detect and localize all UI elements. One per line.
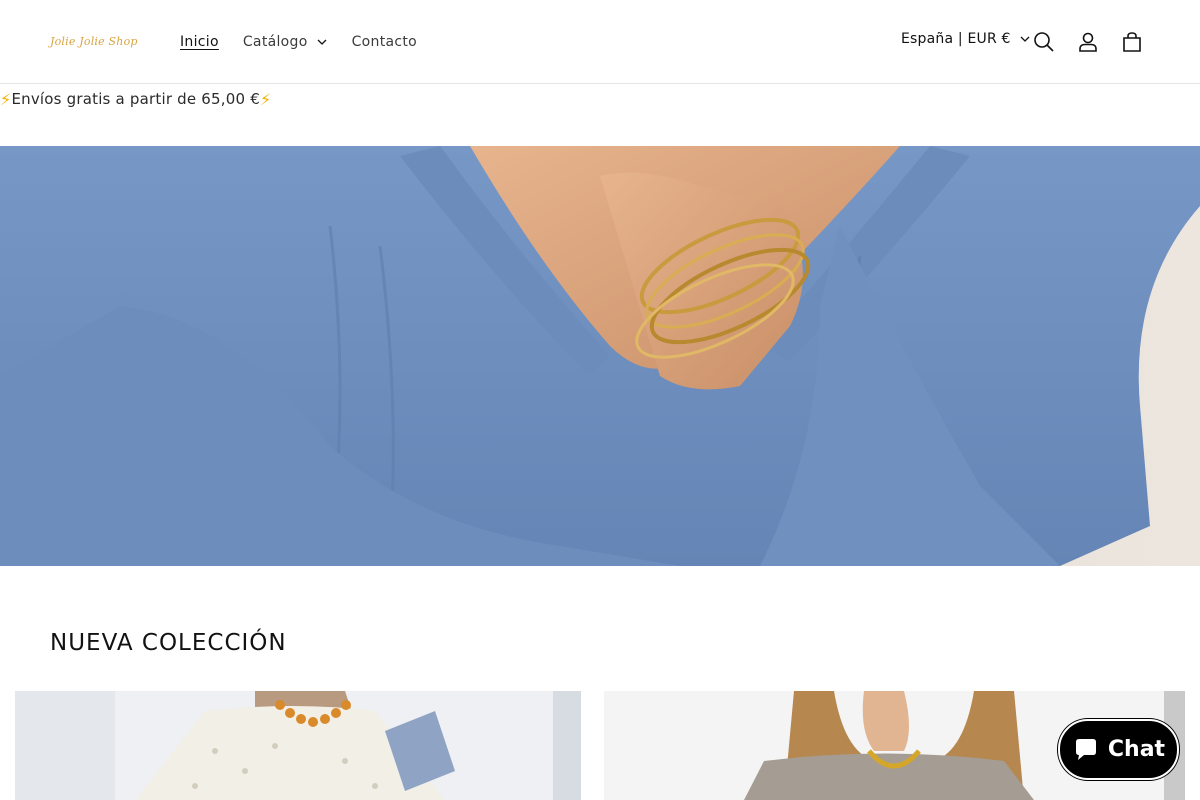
chevron-down-icon xyxy=(317,39,327,45)
hero-banner-image[interactable] xyxy=(0,146,1200,566)
country-currency-selector[interactable]: España | EUR € xyxy=(901,31,1031,47)
nav-item-label: Contacto xyxy=(351,34,418,50)
nav-item-contacto[interactable]: Contacto xyxy=(340,34,429,50)
announcement-text: Envíos gratis a partir de 65,00 € xyxy=(11,90,260,108)
country-currency-label: España | EUR € xyxy=(901,31,1011,47)
section-title: NUEVA COLECCIÓN xyxy=(50,630,287,656)
chat-label: Chat xyxy=(1107,737,1166,762)
search-icon xyxy=(1034,32,1054,52)
store-logo[interactable]: Jolie Jolie Shop xyxy=(50,30,142,54)
hero-photo xyxy=(0,146,1200,566)
logo-text: Jolie Jolie Shop xyxy=(50,35,138,48)
chat-button[interactable]: Chat xyxy=(1058,719,1179,780)
chat-bubble-icon xyxy=(1075,738,1096,760)
site-header: Jolie Jolie Shop Inicio Catálogo Contact… xyxy=(0,0,1200,84)
account-button[interactable] xyxy=(1068,22,1108,62)
lightning-icon: ⚡ xyxy=(259,89,272,109)
lightning-icon: ⚡ xyxy=(0,89,12,109)
nav-item-inicio[interactable]: Inicio xyxy=(168,34,231,50)
cart-icon xyxy=(1123,32,1141,52)
product-photo xyxy=(15,691,581,800)
product-card-image[interactable] xyxy=(15,691,581,800)
nav-item-catalogo[interactable]: Catálogo xyxy=(231,34,340,50)
nav-item-label: Inicio xyxy=(180,34,219,50)
main-nav: Inicio Catálogo Contacto xyxy=(168,0,429,84)
cart-button[interactable] xyxy=(1112,22,1152,62)
search-button[interactable] xyxy=(1024,22,1064,62)
account-icon xyxy=(1079,32,1097,52)
announcement-bar: ⚡ Envíos gratis a partir de 65,00 € ⚡ xyxy=(0,86,271,112)
nav-item-label: Catálogo xyxy=(242,34,308,50)
